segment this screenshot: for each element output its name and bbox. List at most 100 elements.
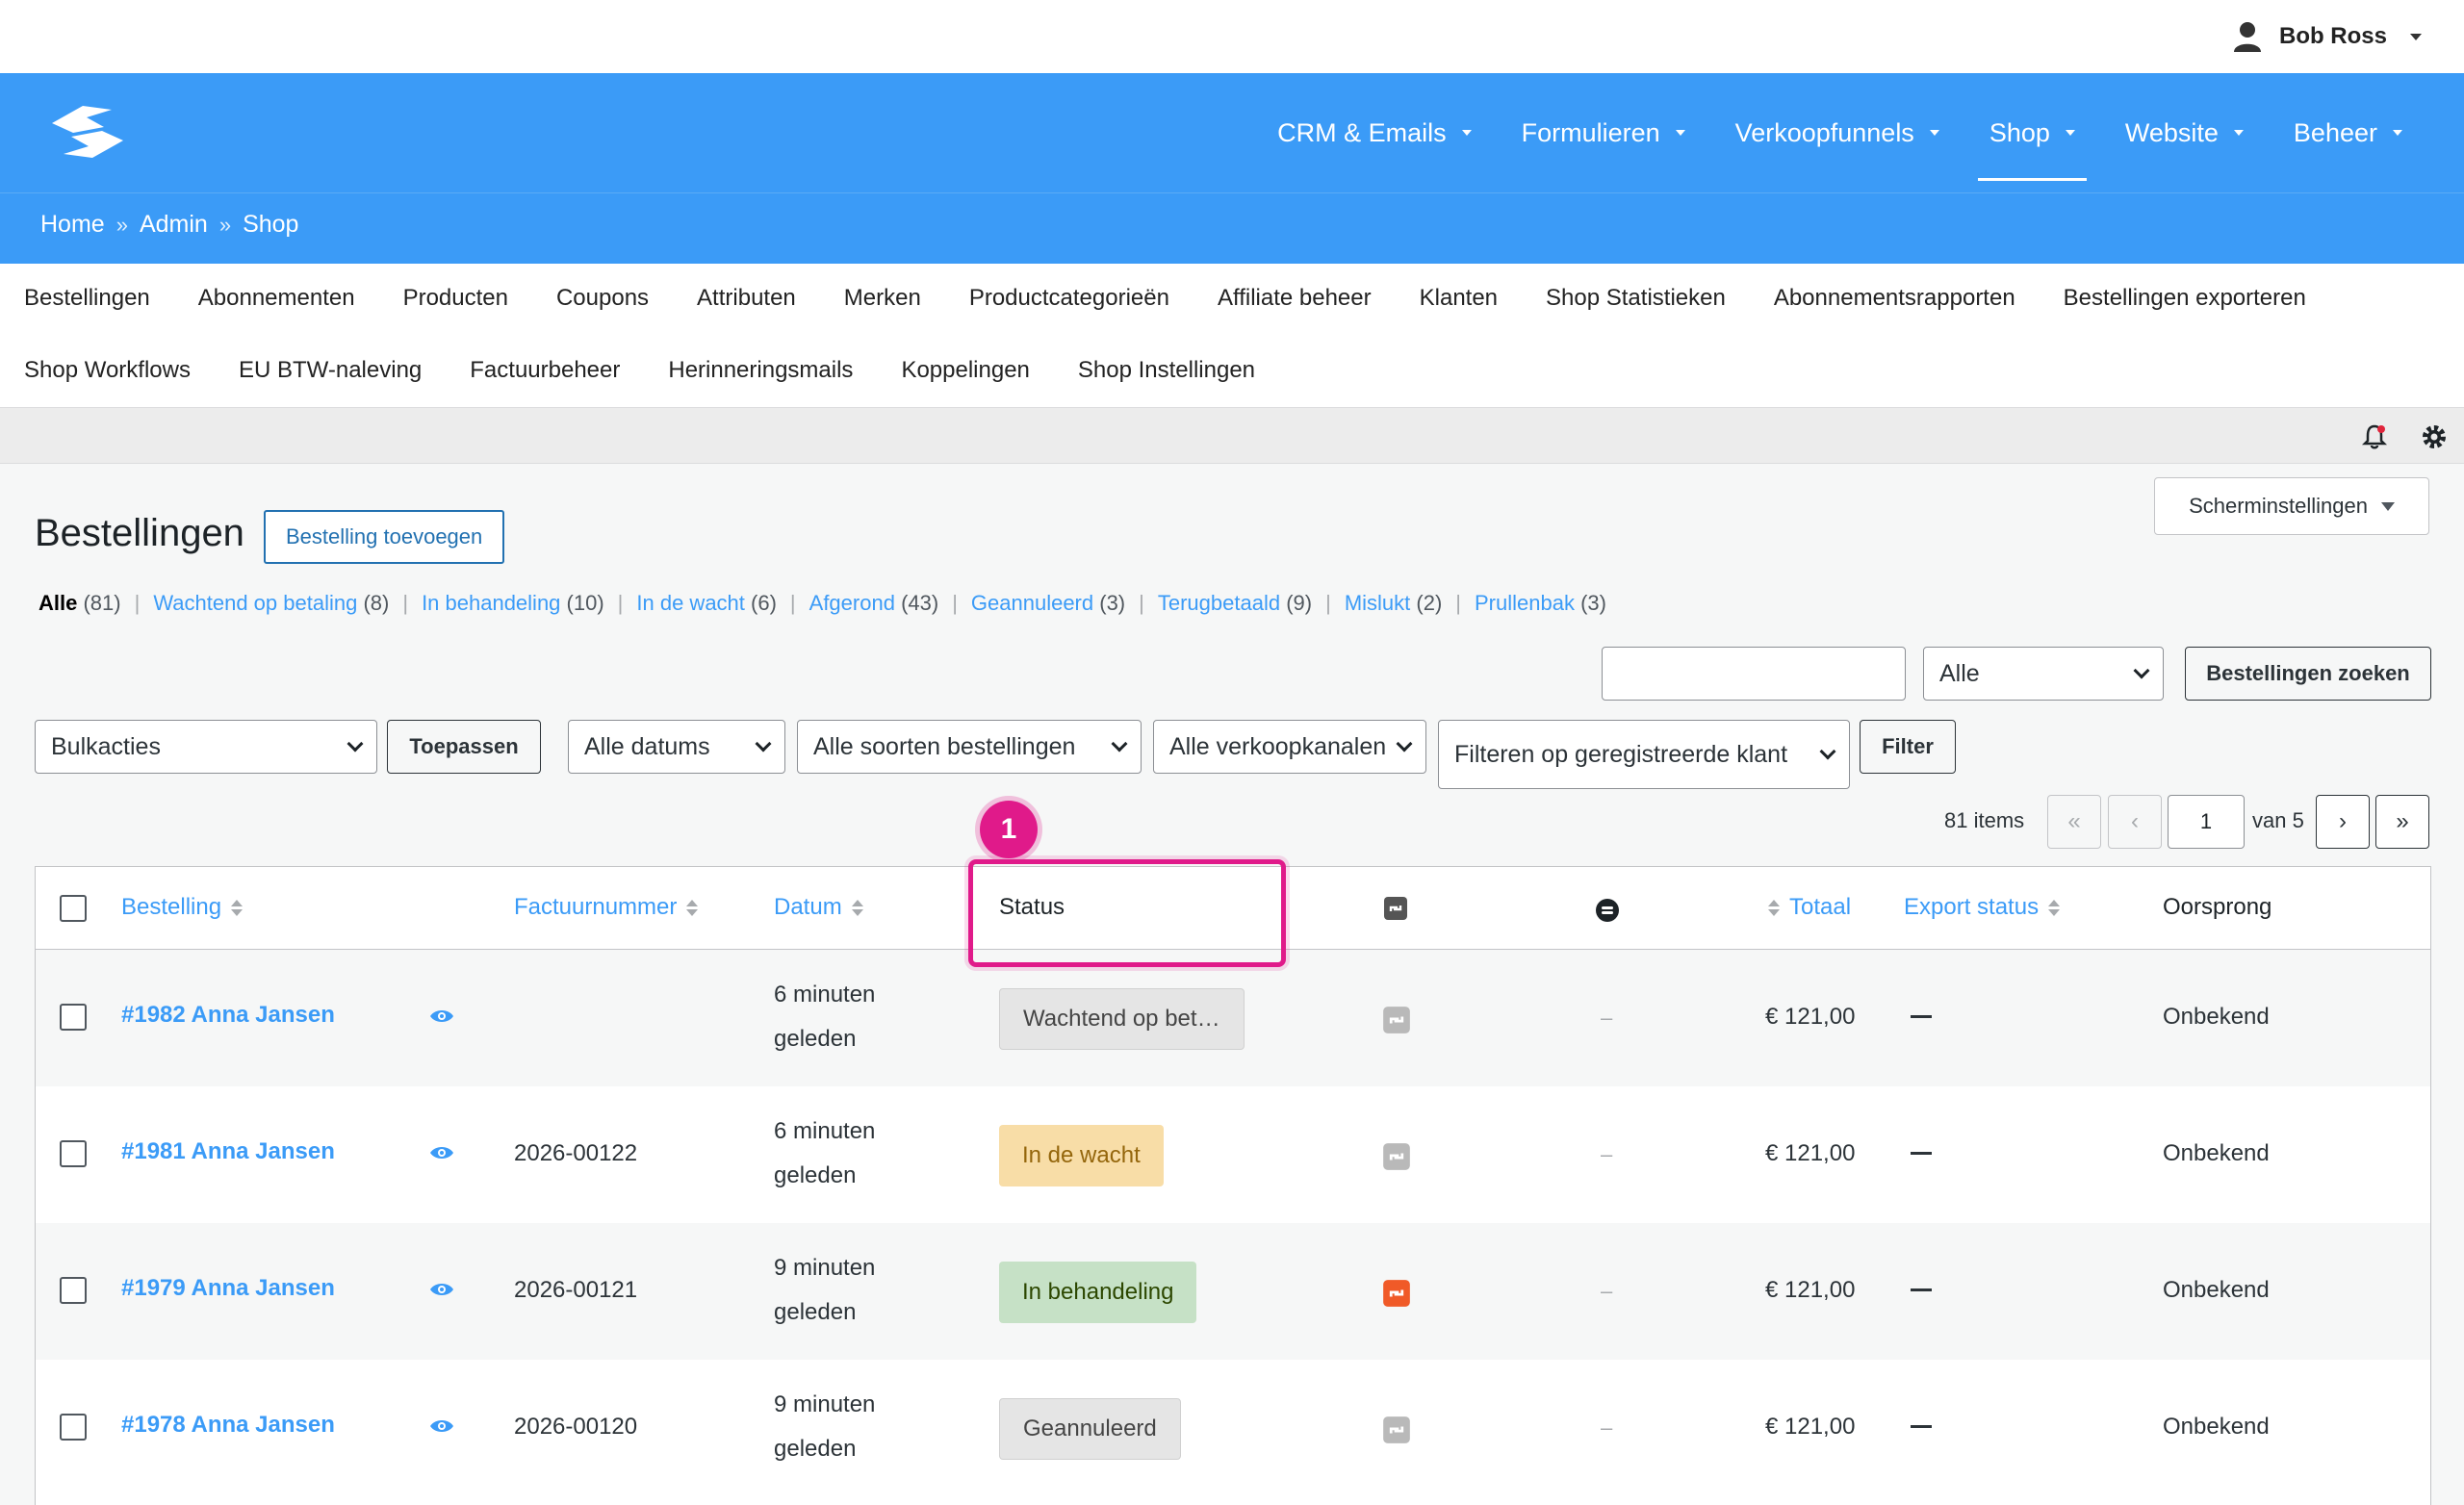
filter-on-hold[interactable]: In de wacht (6) — [636, 591, 777, 616]
column-invoice[interactable]: Factuurnummer — [514, 894, 699, 921]
column-date[interactable]: Datum — [774, 894, 863, 921]
submenu-item[interactable]: Klanten — [1396, 285, 1522, 312]
first-page-button[interactable]: « — [2047, 795, 2101, 849]
dates-select[interactable]: Alle datums — [568, 720, 785, 774]
nav-label: Formulieren — [1521, 117, 1660, 147]
submenu-item[interactable]: EU BTW-naleving — [215, 357, 446, 384]
submenu-item[interactable]: Factuurbeheer — [446, 357, 644, 384]
filter-pending-payment[interactable]: Wachtend op betaling (8) — [153, 591, 389, 616]
filter-failed[interactable]: Mislukt (2) — [1345, 591, 1442, 616]
filter-count: (2) — [1416, 591, 1443, 615]
sync-icon[interactable] — [1382, 1006, 1411, 1034]
filter-label: In behandeling — [422, 591, 561, 615]
filter-cancelled[interactable]: Geannuleerd (3) — [971, 591, 1125, 616]
submenu-item[interactable]: Abonnementen — [174, 285, 379, 312]
submenu-item[interactable]: Merken — [820, 285, 945, 312]
chevron-down-icon — [2393, 130, 2402, 136]
eye-icon[interactable] — [429, 1008, 454, 1025]
order-link[interactable]: #1979 Anna Jansen — [121, 1275, 335, 1302]
apply-button[interactable]: Toepassen — [387, 720, 541, 774]
sync-icon[interactable] — [1382, 1279, 1411, 1308]
gear-icon[interactable] — [2420, 422, 2449, 451]
submenu-item[interactable]: Koppelingen — [877, 357, 1053, 384]
submenu-item[interactable]: Abonnementsrapporten — [1750, 285, 2040, 312]
submenu-item[interactable]: Coupons — [532, 285, 673, 312]
select-all-checkbox[interactable] — [60, 895, 87, 922]
bell-icon[interactable] — [2360, 422, 2389, 451]
breadcrumb-home[interactable]: Home — [40, 211, 105, 239]
page-total: van 5 — [2252, 808, 2304, 832]
breadcrumb-shop[interactable]: Shop — [243, 211, 298, 239]
submenu-item[interactable]: Shop Workflows — [0, 357, 215, 384]
search-scope-select[interactable]: Alle — [1923, 647, 2164, 701]
row-checkbox[interactable] — [60, 1004, 87, 1031]
nav-verkoopfunnels[interactable]: Verkoopfunnels — [1710, 73, 1964, 192]
table-row[interactable]: #1978 Anna Jansen 2026-00120 9 minuten ge… — [36, 1360, 2430, 1496]
search-orders-button[interactable]: Bestellingen zoeken — [2185, 647, 2431, 701]
nav-website[interactable]: Website — [2100, 73, 2269, 192]
order-link[interactable]: #1981 Anna Jansen — [121, 1138, 335, 1165]
submenu-item[interactable]: Attributen — [673, 285, 820, 312]
column-export-status[interactable]: Export status — [1904, 894, 2061, 921]
eye-icon[interactable] — [429, 1417, 454, 1435]
submenu-item[interactable]: Herinneringsmails — [644, 357, 877, 384]
order-link[interactable]: #1982 Anna Jansen — [121, 1002, 335, 1029]
filter-button[interactable]: Filter — [1860, 720, 1956, 774]
eye-icon[interactable] — [429, 1144, 454, 1161]
logo-icon[interactable] — [44, 100, 131, 164]
status-column-highlight — [968, 859, 1286, 967]
date-line: 6 minuten — [774, 982, 876, 1008]
status-filter-links: Alle (81) | Wachtend op betaling (8) | I… — [38, 591, 1606, 616]
table-row[interactable]: #1981 Anna Jansen 2026-00122 6 minuten ge… — [36, 1086, 2430, 1223]
table-row[interactable]: #1982 Anna Jansen 6 minuten geleden Wacht… — [36, 950, 2430, 1086]
table-row[interactable]: #1979 Anna Jansen 2026-00121 9 minuten ge… — [36, 1223, 2430, 1360]
submenu-item[interactable]: Bestellingen — [0, 285, 174, 312]
date-line: geleden — [774, 1436, 857, 1462]
submenu-item[interactable]: Shop Statistieken — [1522, 285, 1750, 312]
row-checkbox[interactable] — [60, 1277, 87, 1304]
page-title: Bestellingen — [35, 512, 244, 554]
last-page-button[interactable]: » — [2375, 795, 2429, 849]
eye-icon[interactable] — [429, 1281, 454, 1298]
row-checkbox[interactable] — [60, 1414, 87, 1441]
order-origin: Onbekend — [2163, 1277, 2270, 1303]
filter-count: (3) — [1099, 591, 1126, 615]
filter-trash[interactable]: Prullenbak (3) — [1475, 591, 1606, 616]
row-checkbox[interactable] — [60, 1140, 87, 1167]
invoice-number: 2026-00122 — [514, 1140, 638, 1166]
submenu-item[interactable]: Productcategorieën — [945, 285, 1194, 312]
nav-formulieren[interactable]: Formulieren — [1497, 73, 1710, 192]
order-types-select[interactable]: Alle soorten bestellingen — [797, 720, 1142, 774]
screen-options-button[interactable]: Scherminstellingen — [2154, 477, 2429, 535]
column-order[interactable]: Bestelling — [121, 894, 244, 921]
submenu-item[interactable]: Bestellingen exporteren — [2040, 285, 2330, 312]
user-menu[interactable]: Bob Ross — [2233, 15, 2422, 58]
submenu-item[interactable]: Shop Instellingen — [1054, 357, 1279, 384]
search-input[interactable] — [1602, 647, 1906, 701]
add-order-button[interactable]: Bestelling toevoegen — [264, 510, 505, 564]
nav-beheer[interactable]: Beheer — [2269, 73, 2427, 192]
sales-channels-select[interactable]: Alle verkoopkanalen — [1153, 720, 1426, 774]
nav-crm[interactable]: CRM & Emails — [1252, 73, 1497, 192]
filter-all[interactable]: Alle (81) — [38, 591, 121, 616]
registered-customer-select[interactable]: Filteren op geregistreerde klant — [1438, 720, 1850, 789]
sync-icon[interactable] — [1382, 1416, 1411, 1444]
filter-completed[interactable]: Afgerond (43) — [809, 591, 939, 616]
breadcrumb-admin[interactable]: Admin — [140, 211, 208, 239]
filter-refunded[interactable]: Terugbetaald (9) — [1158, 591, 1312, 616]
invoice-number: 2026-00121 — [514, 1277, 638, 1303]
submenu-item[interactable]: Producten — [379, 285, 532, 312]
order-link[interactable]: #1978 Anna Jansen — [121, 1412, 335, 1439]
filter-processing[interactable]: In behandeling (10) — [422, 591, 604, 616]
column-label: Factuurnummer — [514, 894, 678, 920]
column-total[interactable]: Totaal — [1768, 894, 1851, 921]
sync-icon[interactable] — [1382, 1142, 1411, 1171]
column-label: Totaal — [1789, 894, 1852, 920]
select-value: Alle datums — [584, 732, 710, 760]
prev-page-button[interactable]: ‹ — [2108, 795, 2162, 849]
current-page-input[interactable]: 1 — [2168, 795, 2245, 849]
bulk-actions-select[interactable]: Bulkacties — [35, 720, 377, 774]
submenu-item[interactable]: Affiliate beheer — [1194, 285, 1396, 312]
nav-shop[interactable]: Shop — [1964, 73, 2100, 192]
next-page-button[interactable]: › — [2316, 795, 2370, 849]
